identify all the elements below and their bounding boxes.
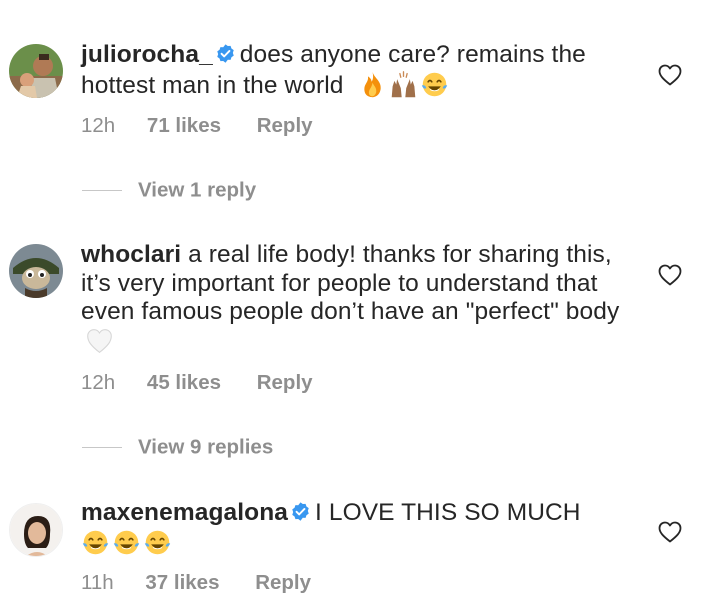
- username[interactable]: whoclari: [81, 241, 181, 268]
- avatar[interactable]: [9, 44, 63, 98]
- reply-button[interactable]: Reply: [255, 571, 311, 595]
- comment-time: 12h: [81, 371, 116, 394]
- comment-meta: 12h 71 likes Reply: [81, 114, 313, 138]
- tears-of-joy-emoji-icon: [112, 528, 141, 557]
- like-heart-icon[interactable]: [658, 64, 682, 86]
- comment-text: I LOVE THIS SO MUCH: [315, 499, 581, 526]
- comment-time: 12h: [81, 114, 116, 137]
- username[interactable]: maxenemagalona: [81, 499, 288, 526]
- likes-count[interactable]: 71 likes: [147, 114, 221, 138]
- comment-meta: 12h 45 likes Reply: [81, 371, 313, 395]
- like-heart-icon[interactable]: [658, 521, 682, 543]
- view-replies-label: View 1 reply: [138, 178, 257, 202]
- view-replies-button[interactable]: View 1 reply: [82, 178, 256, 202]
- white-heart-emoji-icon: [85, 327, 114, 356]
- comment-text-block: juliorocha_ does anyone care? remains the…: [81, 41, 641, 100]
- likes-count[interactable]: 45 likes: [147, 371, 221, 395]
- verified-badge-icon: [215, 43, 236, 64]
- comment-text-block: maxenemagalona I LOVE THIS SO MUCH: [81, 499, 641, 558]
- like-heart-icon[interactable]: [658, 264, 682, 286]
- reply-button[interactable]: Reply: [257, 371, 313, 395]
- comment-text-block: whoclari a real life body! thanks for sh…: [81, 241, 641, 357]
- comment-meta: 11h 37 likes Reply: [81, 571, 311, 595]
- likes-count[interactable]: 37 likes: [145, 571, 219, 595]
- username[interactable]: juliorocha_: [81, 41, 213, 68]
- fire-emoji-icon: [358, 70, 387, 99]
- tears-of-joy-emoji-icon: [81, 528, 110, 557]
- view-replies-button[interactable]: View 9 replies: [82, 435, 273, 459]
- tears-of-joy-emoji-icon: [143, 528, 172, 557]
- comment-time: 11h: [81, 571, 114, 594]
- raising-hands-emoji-icon: [389, 70, 418, 99]
- avatar[interactable]: [9, 244, 63, 298]
- reply-button[interactable]: Reply: [257, 114, 313, 138]
- verified-badge-icon: [290, 501, 311, 522]
- view-replies-label: View 9 replies: [138, 435, 274, 459]
- replies-divider: [82, 447, 122, 449]
- avatar[interactable]: [9, 503, 63, 557]
- replies-divider: [82, 190, 122, 192]
- tears-of-joy-emoji-icon: [420, 70, 449, 99]
